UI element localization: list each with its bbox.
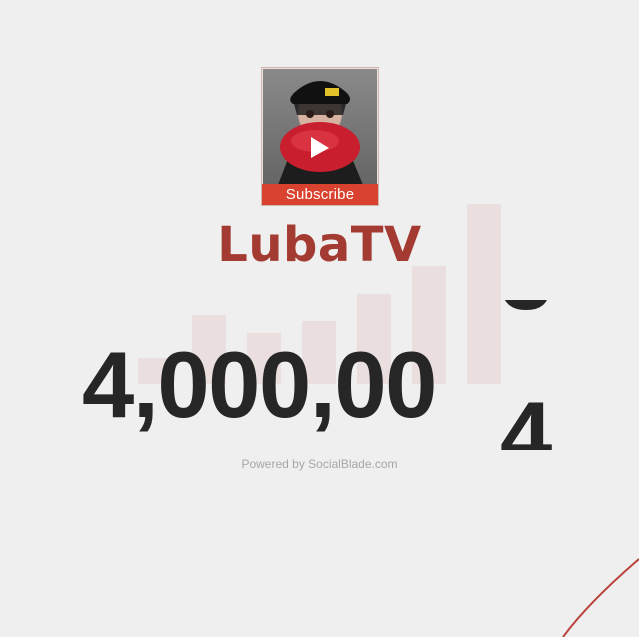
powered-by-text: Powered by SocialBlade.com	[241, 457, 398, 471]
rolling-digit-window: 3 4	[500, 300, 558, 450]
subscriber-counter-view: Subscribe LubaTV 4,000,00 3 4 Powered by…	[0, 0, 639, 637]
channel-avatar	[263, 69, 377, 185]
channel-avatar-card[interactable]: Subscribe	[261, 67, 379, 206]
subscribe-button[interactable]: Subscribe	[262, 184, 378, 205]
subscriber-count: 4,000,00	[82, 332, 437, 437]
rolling-digit-previous: 3	[500, 300, 552, 332]
channel-name: LubaTV	[217, 217, 422, 273]
rolling-digit-next: 4	[500, 382, 553, 450]
